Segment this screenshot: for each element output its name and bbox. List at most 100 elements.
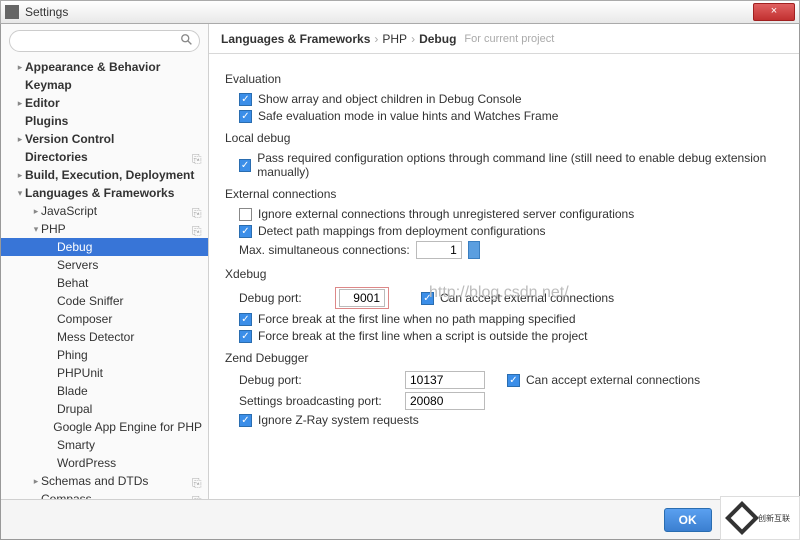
section-external-connections: External connections: [225, 187, 783, 201]
tree-item[interactable]: PHPUnit: [1, 364, 208, 382]
tree-item-label: Mess Detector: [57, 330, 202, 344]
titlebar: Settings ×: [0, 0, 800, 24]
chevron-icon: ▾: [15, 188, 25, 199]
zend-port-label: Debug port:: [239, 373, 399, 387]
max-conn-label: Max. simultaneous connections:: [239, 243, 410, 257]
tree-item[interactable]: Google App Engine for PHP: [1, 418, 208, 436]
spinner-icon[interactable]: [468, 241, 480, 259]
tree-item-label: Directories: [25, 150, 192, 164]
tree-item[interactable]: ▸Schemas and DTDs⎘: [1, 472, 208, 490]
checkbox-zend-accept[interactable]: [507, 374, 520, 387]
project-scope-note: For current project: [464, 33, 554, 45]
dialog-footer: OK Cancel: [1, 499, 799, 539]
tree-item-label: PHPUnit: [57, 366, 202, 380]
chevron-icon: ▸: [15, 62, 25, 73]
checkbox-ignore-external[interactable]: [239, 208, 252, 221]
logo-text: 创新互联: [758, 513, 790, 524]
tree-item-label: Version Control: [25, 132, 202, 146]
tree-item[interactable]: ▸Build, Execution, Deployment: [1, 166, 208, 184]
section-xdebug: Xdebug: [225, 267, 783, 281]
tree-item-label: Google App Engine for PHP: [53, 420, 202, 434]
project-scope-icon: ⎘: [192, 476, 202, 486]
tree-item-label: PHP: [41, 222, 192, 236]
tree-item[interactable]: Debug: [1, 238, 208, 256]
chevron-icon: ▸: [15, 170, 25, 181]
xdebug-port-label: Debug port:: [239, 291, 329, 305]
tree-item-label: Keymap: [25, 78, 202, 92]
checkbox-pass-config[interactable]: [239, 159, 251, 172]
zend-bcast-label: Settings broadcasting port:: [239, 394, 399, 408]
tree-item[interactable]: ▸Editor: [1, 94, 208, 112]
tree-item-label: Languages & Frameworks: [25, 186, 202, 200]
tree-item[interactable]: Compass⎘: [1, 490, 208, 499]
checkbox-safe-eval[interactable]: [239, 110, 252, 123]
checkbox-force-break-2[interactable]: [239, 330, 252, 343]
checkbox-show-array[interactable]: [239, 93, 252, 106]
section-local-debug: Local debug: [225, 131, 783, 145]
breadcrumb-seg[interactable]: Languages & Frameworks: [221, 32, 370, 46]
tree-item[interactable]: Keymap: [1, 76, 208, 94]
tree-item[interactable]: ▾PHP⎘: [1, 220, 208, 238]
tree-item-label: Phing: [57, 348, 202, 362]
tree-item[interactable]: ▸JavaScript⎘: [1, 202, 208, 220]
chevron-icon: ▸: [31, 476, 41, 487]
tree-item[interactable]: Blade: [1, 382, 208, 400]
chevron-icon: ▸: [31, 206, 41, 217]
search-input[interactable]: [9, 30, 200, 52]
tree-item-label: WordPress: [57, 456, 202, 470]
tree-item[interactable]: Code Sniffer: [1, 292, 208, 310]
checkbox-xdebug-accept[interactable]: [421, 292, 434, 305]
checkbox-label: Force break at the first line when no pa…: [258, 312, 576, 326]
diamond-icon: [725, 501, 759, 535]
project-scope-icon: ⎘: [192, 152, 202, 162]
tree-item[interactable]: Directories⎘: [1, 148, 208, 166]
checkbox-zray[interactable]: [239, 414, 252, 427]
section-evaluation: Evaluation: [225, 72, 783, 86]
tree-item-label: Compass: [41, 492, 192, 499]
tree-item[interactable]: ▾Languages & Frameworks: [1, 184, 208, 202]
checkbox-force-break-1[interactable]: [239, 313, 252, 326]
tree-item[interactable]: Phing: [1, 346, 208, 364]
zend-bcast-input[interactable]: [405, 392, 485, 410]
tree-item[interactable]: Mess Detector: [1, 328, 208, 346]
chevron-right-icon: ›: [411, 32, 415, 46]
max-conn-input[interactable]: [416, 241, 462, 259]
tree-item[interactable]: Smarty: [1, 436, 208, 454]
chevron-icon: ▸: [15, 134, 25, 145]
tree-item[interactable]: Composer: [1, 310, 208, 328]
tree-item[interactable]: Servers: [1, 256, 208, 274]
tree-item-label: Servers: [57, 258, 202, 272]
project-scope-icon: ⎘: [192, 206, 202, 216]
tree-item-label: Schemas and DTDs: [41, 474, 192, 488]
ok-button[interactable]: OK: [664, 508, 712, 532]
breadcrumb-seg[interactable]: PHP: [382, 32, 407, 46]
checkbox-label: Safe evaluation mode in value hints and …: [258, 109, 558, 123]
search-icon: [180, 33, 194, 47]
xdebug-port-input[interactable]: [339, 289, 385, 307]
settings-tree[interactable]: ▸Appearance & BehaviorKeymap▸EditorPlugi…: [1, 58, 208, 499]
zend-port-input[interactable]: [405, 371, 485, 389]
checkbox-label: Ignore Z-Ray system requests: [258, 413, 419, 427]
tree-item[interactable]: ▸Version Control: [1, 130, 208, 148]
section-zend: Zend Debugger: [225, 351, 783, 365]
logo-overlay: 创新互联: [720, 496, 800, 540]
tree-item-label: Build, Execution, Deployment: [25, 168, 202, 182]
settings-panel: http://blog.csdn.net/ Evaluation Show ar…: [209, 54, 799, 499]
tree-item-label: Editor: [25, 96, 202, 110]
tree-item[interactable]: WordPress: [1, 454, 208, 472]
checkbox-detect-path[interactable]: [239, 225, 252, 238]
tree-item[interactable]: Behat: [1, 274, 208, 292]
window-title: Settings: [25, 5, 753, 19]
checkbox-label: Pass required configuration options thro…: [257, 151, 783, 179]
tree-item-label: Composer: [57, 312, 202, 326]
checkbox-label: Ignore external connections through unre…: [258, 207, 634, 221]
tree-item[interactable]: Drupal: [1, 400, 208, 418]
breadcrumb: Languages & Frameworks › PHP › Debug For…: [209, 24, 799, 54]
tree-item[interactable]: ▸Appearance & Behavior: [1, 58, 208, 76]
checkbox-label: Force break at the first line when a scr…: [258, 329, 588, 343]
tree-item-label: JavaScript: [41, 204, 192, 218]
tree-item[interactable]: Plugins: [1, 112, 208, 130]
tree-item-label: Appearance & Behavior: [25, 60, 202, 74]
close-button[interactable]: ×: [753, 3, 795, 21]
chevron-right-icon: ›: [374, 32, 378, 46]
